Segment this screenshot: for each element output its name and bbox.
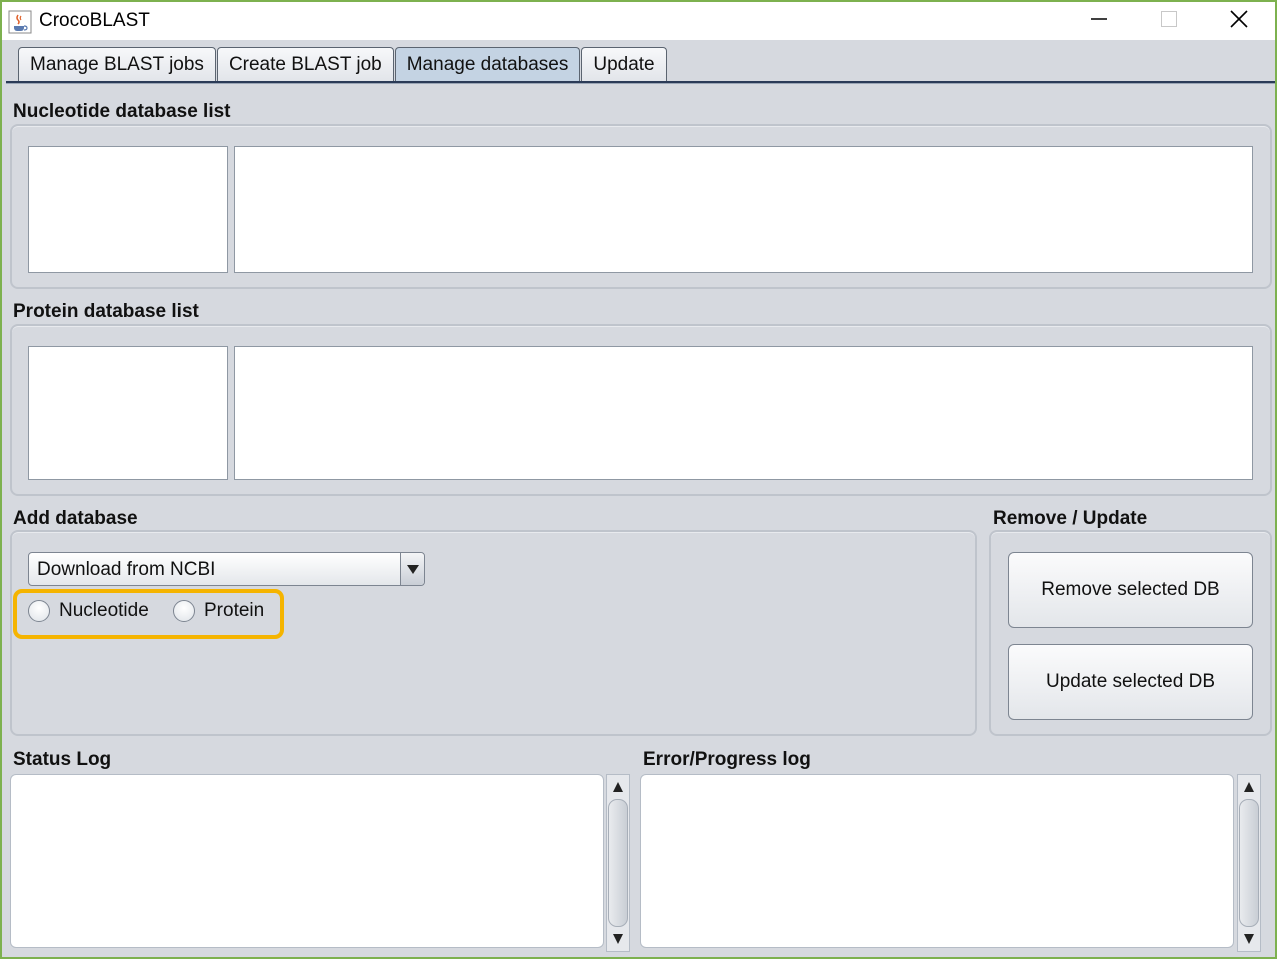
close-icon [1230,9,1248,33]
database-source-select[interactable]: Download from NCBI [28,552,425,586]
remove-selected-db-button[interactable]: Remove selected DB [1008,552,1253,628]
minimize-icon [1091,11,1107,32]
maximize-icon [1161,10,1177,32]
window-title: CrocoBLAST [39,10,150,31]
error-log-scrollbar[interactable] [1237,774,1261,952]
radio-circle-icon[interactable] [28,600,50,622]
protein-db-list[interactable] [28,346,228,480]
radio-protein-label: Protein [204,600,265,621]
status-log-area[interactable] [10,774,604,948]
tab-divider [6,81,1275,84]
radio-circle-icon[interactable] [173,600,195,622]
scroll-down-icon[interactable] [607,929,629,949]
tab-create-blast-job[interactable]: Create BLAST job [216,47,394,81]
minimize-button[interactable] [1064,2,1134,40]
status-log-scrollbar[interactable] [606,774,630,952]
remove-update-title: Remove / Update [993,508,1148,529]
scroll-thumb[interactable] [1239,799,1259,927]
title-bar: CrocoBLAST [2,2,1275,40]
status-log-title: Status Log [13,749,112,770]
radio-protein[interactable]: Protein [173,600,264,622]
close-button[interactable] [1204,2,1274,40]
scroll-down-icon[interactable] [1238,929,1260,949]
update-selected-db-button[interactable]: Update selected DB [1008,644,1253,720]
tab-manage-databases[interactable]: Manage databases [394,47,581,81]
tab-bar: Manage BLAST jobs Create BLAST job Manag… [18,47,668,81]
scroll-thumb[interactable] [608,799,628,927]
java-cup-icon [8,10,32,34]
chevron-down-icon[interactable] [400,553,424,585]
error-log-title: Error/Progress log [643,749,811,770]
protein-list-title: Protein database list [13,301,199,322]
nucleotide-db-list[interactable] [28,146,228,273]
radio-nucleotide-label: Nucleotide [59,600,149,621]
radio-nucleotide[interactable]: Nucleotide [28,600,149,622]
tab-update[interactable]: Update [581,47,667,81]
nucleotide-db-details[interactable] [234,146,1253,273]
database-source-value: Download from NCBI [37,559,216,580]
nucleotide-list-title: Nucleotide database list [13,101,231,122]
add-database-title: Add database [13,508,138,529]
protein-db-details[interactable] [234,346,1253,480]
maximize-button[interactable] [1134,2,1204,40]
tab-manage-blast-jobs[interactable]: Manage BLAST jobs [18,47,216,81]
scroll-up-icon[interactable] [607,777,629,797]
error-log-area[interactable] [640,774,1234,948]
scroll-up-icon[interactable] [1238,777,1260,797]
app-window: CrocoBLAST Manage BLAST jobs Create BLAS… [0,0,1277,959]
